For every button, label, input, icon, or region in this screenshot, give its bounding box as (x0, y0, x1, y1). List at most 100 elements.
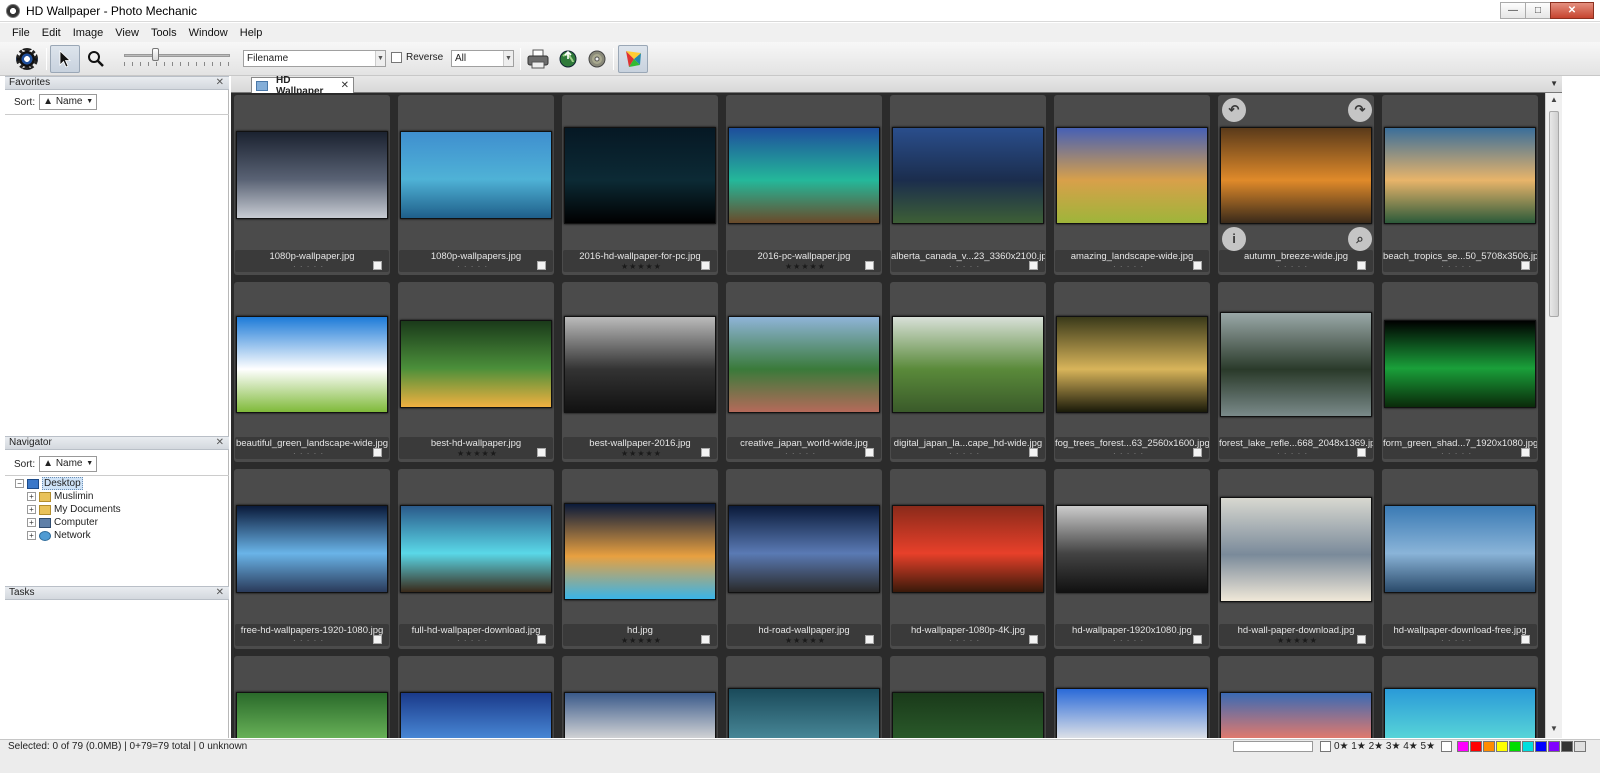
rotate-right-icon[interactable]: ↷ (1348, 98, 1372, 122)
color-swatch[interactable] (1509, 741, 1521, 752)
tag-checkbox[interactable] (1521, 261, 1530, 270)
color-swatch[interactable] (1470, 741, 1482, 752)
star-rating[interactable]: · · · · · (293, 636, 324, 645)
thumbnail-cell[interactable]: alberta_canada_v...23_3360x2100.jpg · · ·… (890, 95, 1046, 275)
tag-checkbox[interactable] (373, 448, 382, 457)
thumbnail-cell[interactable]: best-hd-wallpaper.jpg ★★★★★ (398, 282, 554, 462)
thumbnail-cell[interactable]: beautiful_green_landscape-wide.jpg · · · … (234, 282, 390, 462)
print-button[interactable] (523, 45, 553, 73)
thumbnail-image[interactable] (236, 505, 388, 593)
thumbnail-cell[interactable]: 1080p-wallpaper.jpg · · · · · (234, 95, 390, 275)
select-tool-button[interactable] (50, 45, 80, 73)
thumbnail-image[interactable] (1384, 688, 1536, 738)
thumbnail-image[interactable] (400, 505, 552, 593)
sort-field-select[interactable]: Filename ▼ (243, 50, 386, 67)
star-rating[interactable]: ★★★★★ (621, 449, 662, 458)
thumbnail-image[interactable] (236, 692, 388, 738)
tag-checkbox[interactable] (865, 261, 874, 270)
thumbnail-image[interactable] (1384, 505, 1536, 593)
star-rating[interactable]: · · · · · (1441, 636, 1472, 645)
star-rating[interactable]: · · · · · (949, 262, 980, 271)
tag-checkbox[interactable] (537, 635, 546, 644)
thumbnail-image[interactable] (892, 316, 1044, 413)
close-button[interactable]: ✕ (1550, 2, 1594, 19)
thumbnail-cell[interactable]: hd-wallpaper-download-free.jpg · · · · · (1382, 469, 1538, 649)
color-swatch[interactable] (1574, 741, 1586, 752)
maximize-button[interactable]: □ (1525, 2, 1551, 19)
star-rating[interactable]: · · · · · (293, 449, 324, 458)
star-rating[interactable]: · · · · · (1441, 262, 1472, 271)
tag-checkbox[interactable] (865, 635, 874, 644)
thumbnail-cell[interactable]: beach_tropics_se...50_5708x3506.jpg · · ·… (1382, 95, 1538, 275)
thumbnail-image[interactable] (564, 503, 716, 600)
thumbnail-image[interactable] (728, 505, 880, 593)
tag-checkbox[interactable] (1357, 448, 1366, 457)
thumbnail-image[interactable] (892, 127, 1044, 224)
reverse-checkbox[interactable] (391, 52, 402, 63)
star-rating[interactable]: · · · · · (785, 449, 816, 458)
tree-item-my-documents[interactable]: + My Documents (15, 503, 121, 516)
star-rating[interactable]: ★★★★★ (621, 262, 662, 271)
thumbnail-image[interactable] (1220, 692, 1372, 738)
collapse-icon[interactable]: − (15, 479, 24, 488)
thumbnail-image[interactable] (1220, 497, 1372, 602)
tag-checkbox[interactable] (537, 261, 546, 270)
tab-list-chevron-icon[interactable]: ▼ (1550, 79, 1558, 88)
color-swatch[interactable] (1483, 741, 1495, 752)
thumbnail-cell[interactable]: 2016-hd-wallpaper-for-pc.jpg ★★★★★ (562, 95, 718, 275)
thumbnail-image[interactable] (1220, 127, 1372, 224)
scrollbar-thumb[interactable] (1549, 111, 1559, 317)
thumbnail-cell[interactable]: fog_trees_forest...63_2560x1600.jpg · · ·… (1054, 282, 1210, 462)
navigator-sort-select[interactable]: ▲ Name ▼ (39, 456, 98, 472)
thumbnail-image[interactable] (564, 692, 716, 738)
thumbnail-image[interactable] (1384, 127, 1536, 224)
favorites-close-icon[interactable]: ✕ (216, 77, 224, 89)
thumbnail-image[interactable] (564, 316, 716, 413)
color-swatch[interactable] (1535, 741, 1547, 752)
thumbnail-cell[interactable]: digital_japan_la...cape_hd-wide.jpg · · ·… (890, 282, 1046, 462)
tab-close-icon[interactable]: ✕ (341, 80, 349, 91)
color-swatch[interactable] (1561, 741, 1573, 752)
tag-checkbox[interactable] (373, 261, 382, 270)
color-swatch[interactable] (1496, 741, 1508, 752)
star-rating[interactable]: · · · · · (1113, 449, 1144, 458)
thumbnail-cell[interactable]: hd.jpg ★★★★★ (562, 469, 718, 649)
thumbnail-size-slider[interactable] (124, 54, 230, 57)
star-rating[interactable]: · · · · · (1277, 262, 1308, 271)
tag-checkbox[interactable] (1521, 635, 1530, 644)
thumbnail-cell[interactable]: hd-wallpaper-1920x1080.jpg · · · · · (1054, 469, 1210, 649)
color-filter-checkbox[interactable] (1441, 741, 1452, 752)
rating-filter-checkbox[interactable] (1320, 741, 1331, 752)
expand-icon[interactable]: + (27, 492, 36, 501)
thumbnail-cell[interactable] (1054, 656, 1210, 738)
thumbnail-image[interactable] (236, 131, 388, 219)
tag-checkbox[interactable] (1193, 261, 1202, 270)
upload-button[interactable] (553, 45, 583, 73)
thumbnail-cell[interactable]: 2016-pc-wallpaper.jpg ★★★★★ (726, 95, 882, 275)
thumbnail-cell[interactable]: autumn_breeze-wide.jpg · · · · · ↶ ↷ i ⌕ (1218, 95, 1374, 275)
color-class-button[interactable] (618, 45, 648, 73)
navigator-close-icon[interactable]: ✕ (216, 437, 224, 449)
thumbnail-image[interactable] (892, 692, 1044, 738)
expand-icon[interactable]: + (27, 531, 36, 540)
thumbnail-cell[interactable]: creative_japan_world-wide.jpg · · · · · (726, 282, 882, 462)
tree-item-muslimin[interactable]: + Muslimin (15, 490, 121, 503)
thumbnail-image[interactable] (236, 316, 388, 413)
tag-checkbox[interactable] (537, 448, 546, 457)
tasks-close-icon[interactable]: ✕ (216, 587, 224, 599)
info-icon[interactable]: i (1222, 227, 1246, 251)
thumbnail-cell[interactable] (1218, 656, 1374, 738)
tag-checkbox[interactable] (1193, 448, 1202, 457)
star-rating[interactable]: ★★★★★ (621, 636, 662, 645)
menu-window[interactable]: Window (189, 27, 228, 39)
thumbnail-image[interactable] (728, 127, 880, 224)
star-rating[interactable]: · · · · · (457, 636, 488, 645)
tag-checkbox[interactable] (1029, 448, 1038, 457)
thumbnail-cell[interactable]: hd-wallpaper-1080p-4K.jpg · · · · · (890, 469, 1046, 649)
thumbnail-cell[interactable] (398, 656, 554, 738)
menu-file[interactable]: File (12, 27, 30, 39)
menu-image[interactable]: Image (73, 27, 104, 39)
favorites-sort-select[interactable]: ▲ Name ▼ (39, 94, 98, 110)
tag-checkbox[interactable] (1193, 635, 1202, 644)
thumbnail-cell[interactable] (1382, 656, 1538, 738)
